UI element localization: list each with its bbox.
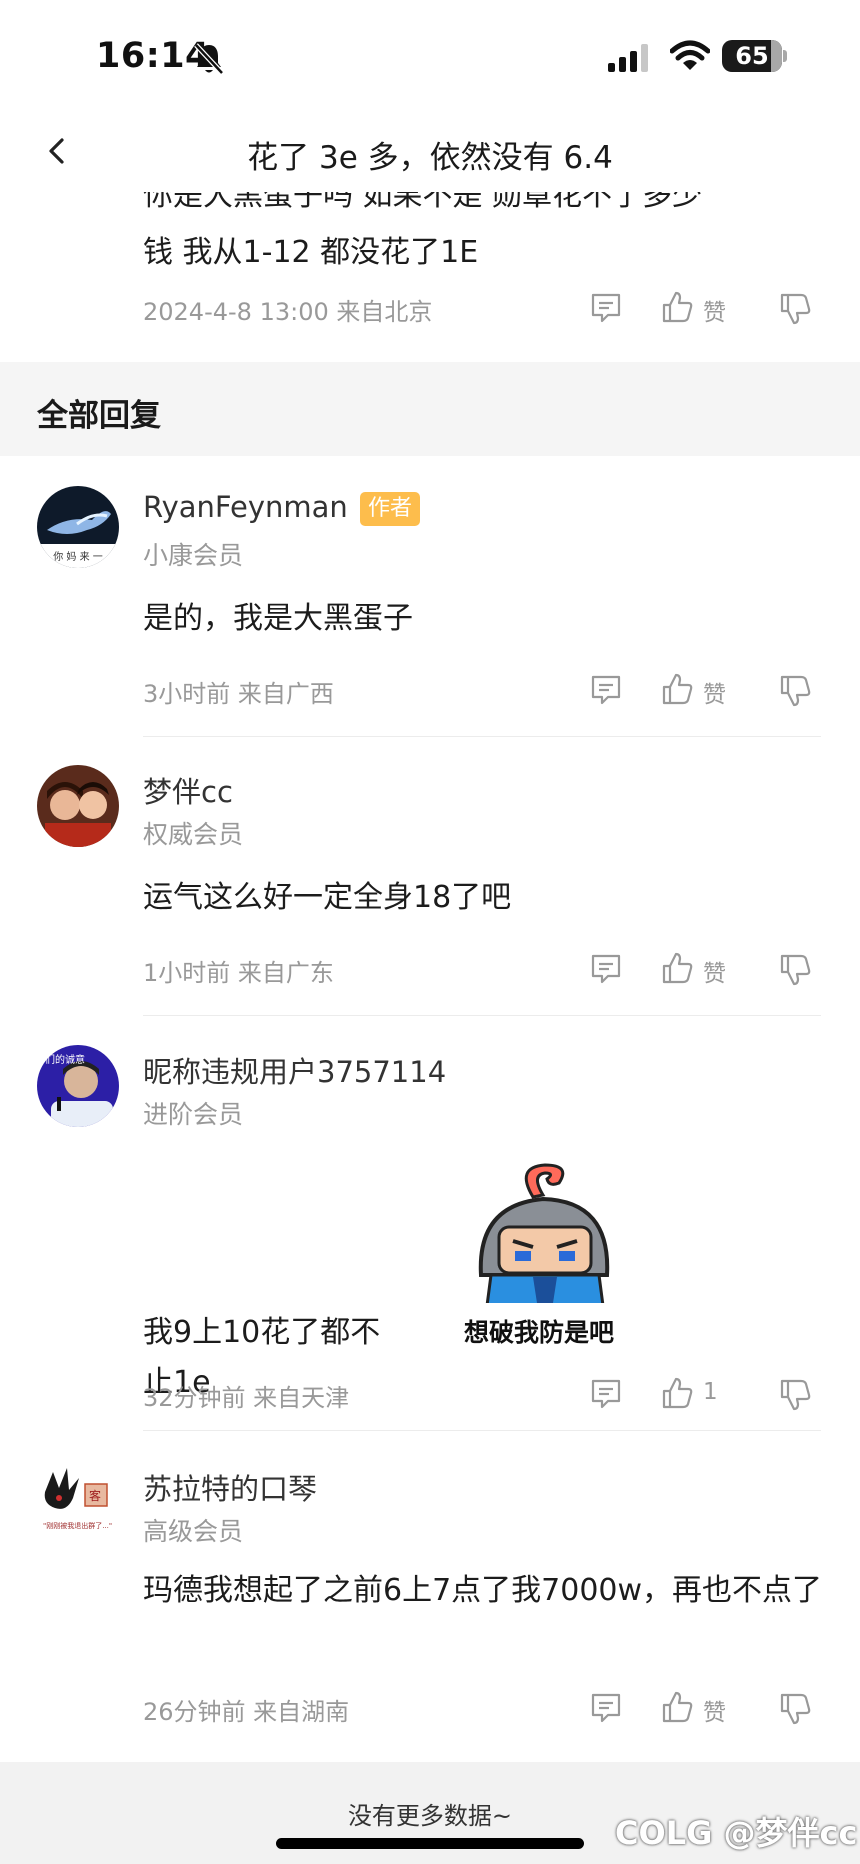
reply-text: 玛德我想起了之前6上7点了我7000w，再也不点了 — [143, 1573, 823, 1608]
avatar[interactable] — [37, 765, 119, 847]
avatar[interactable]: 你 妈 来 一 — [37, 486, 119, 568]
svg-text:"刚刚被我退出群了...": "刚刚被我退出群了..." — [43, 1521, 112, 1530]
reply-meta-row: 32分钟前 来自天津 1 — [0, 1376, 860, 1416]
svg-text:们的诚意: 们的诚意 — [45, 1053, 85, 1066]
avatar[interactable]: 们的诚意 — [37, 1045, 119, 1127]
thumbs-down-icon[interactable] — [779, 953, 811, 987]
battery-level: 65 — [735, 42, 769, 70]
comment-meta: 2024-4-8 13:00 来自北京 — [143, 298, 433, 326]
reply-icon[interactable] — [590, 1378, 622, 1410]
thumbs-down-icon[interactable] — [779, 1378, 811, 1412]
sticker-caption: 想破我防是吧 — [464, 1318, 615, 1347]
reply-text: 运气这么好一定全身18了吧 — [143, 880, 512, 915]
nav-bar: 花了 3e 多，依然没有 6.4 — [0, 110, 860, 192]
home-indicator[interactable] — [276, 1838, 584, 1849]
parent-comment: 你是大黑蛋子吗 如果不是 勋章花不了多少 钱 我从1-12 都没花了1E 202… — [0, 192, 860, 360]
battery-tip — [783, 50, 787, 62]
battery-indicator: 65 — [722, 40, 782, 72]
username[interactable]: 梦伴cc — [143, 769, 233, 811]
divider — [143, 1015, 821, 1016]
back-chevron-icon[interactable] — [40, 134, 74, 168]
member-level: 小康会员 — [143, 541, 244, 570]
wifi-icon — [670, 40, 710, 70]
author-badge: 作者 — [360, 492, 421, 526]
member-level: 权威会员 — [143, 820, 244, 849]
divider — [143, 736, 821, 737]
username[interactable]: RyanFeynman — [143, 490, 348, 524]
member-level: 进阶会员 — [143, 1100, 244, 1129]
thumbs-up-icon[interactable] — [661, 1376, 693, 1410]
thumbs-up-icon[interactable] — [661, 951, 693, 985]
reply-icon[interactable] — [590, 1692, 622, 1724]
reply-icon[interactable] — [590, 953, 622, 985]
member-level: 高级会员 — [143, 1517, 244, 1546]
like-label: 赞 — [703, 961, 726, 987]
reply-icon[interactable] — [590, 292, 622, 324]
parent-comment-text-line2: 钱 我从1-12 都没花了1E — [143, 235, 479, 270]
like-label: 赞 — [703, 300, 726, 326]
thumbs-up-icon[interactable] — [661, 1690, 693, 1724]
username[interactable]: 苏拉特的口琴 — [143, 1466, 317, 1508]
comment-meta: 32分钟前 来自天津 — [143, 1384, 350, 1412]
reply-icon[interactable] — [590, 674, 622, 706]
thumbs-down-icon[interactable] — [779, 674, 811, 708]
thumbs-up-icon[interactable] — [661, 672, 693, 706]
like-count: 1 — [703, 1379, 718, 1405]
section-title: 全部回复 — [37, 398, 161, 434]
thumbs-down-icon[interactable] — [779, 1692, 811, 1726]
status-bar: 16:14 65 — [0, 0, 860, 110]
like-label: 赞 — [703, 1700, 726, 1726]
svg-text:客: 客 — [89, 1488, 101, 1503]
like-label: 赞 — [703, 682, 726, 708]
thumbs-up-icon[interactable] — [661, 290, 693, 324]
parent-comment-text-line1: 你是大黑蛋子吗 如果不是 勋章花不了多少 — [143, 192, 703, 213]
svg-text:你 妈 来 一: 你 妈 来 一 — [53, 550, 103, 563]
reply-meta-row: 26分钟前 来自湖南 赞 — [0, 1690, 860, 1730]
reply-meta-row: 3小时前 来自广西 赞 — [0, 672, 860, 712]
comment-meta: 1小时前 来自广东 — [143, 959, 334, 987]
bell-off-icon — [194, 43, 224, 75]
watermark: COLG @梦伴cc — [615, 1814, 858, 1852]
section-header: 全部回复 — [0, 362, 860, 456]
divider — [143, 1430, 821, 1431]
reply-meta-row: 1小时前 来自广东 赞 — [0, 951, 860, 991]
cellular-signal-icon — [608, 44, 648, 72]
thumbs-down-icon[interactable] — [779, 292, 811, 326]
comment-meta: 26分钟前 来自湖南 — [143, 1698, 350, 1726]
avatar[interactable]: 客 "刚刚被我退出群了..." — [37, 1462, 119, 1544]
reply-text: 是的，我是大黑蛋子 — [143, 601, 413, 636]
username[interactable]: 昵称违规用户3757114 — [143, 1049, 446, 1091]
comment-meta: 3小时前 来自广西 — [143, 680, 334, 708]
page-title: 花了 3e 多，依然没有 6.4 — [247, 140, 613, 176]
knight-helmet-sticker — [455, 1157, 635, 1337]
parent-comment-meta: 2024-4-8 13:00 来自北京 赞 — [0, 290, 860, 330]
